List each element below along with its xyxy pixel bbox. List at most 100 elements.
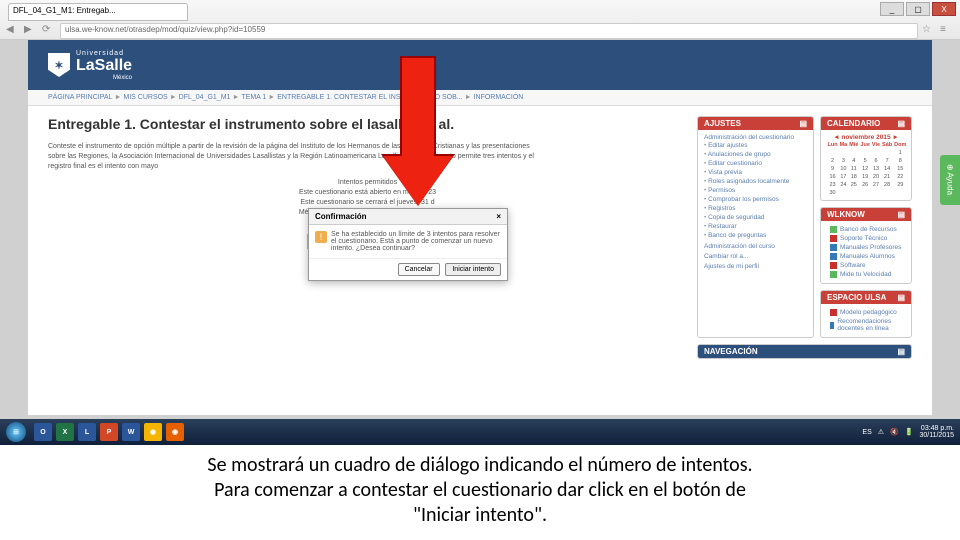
- calendar-day[interactable]: [871, 149, 880, 156]
- calendar-day[interactable]: 11: [849, 165, 859, 172]
- breadcrumb-item[interactable]: DFL_04_G1_M1: [179, 94, 231, 101]
- sidebar-item[interactable]: Copia de seguridad: [704, 213, 807, 222]
- close-icon[interactable]: ×: [496, 212, 501, 221]
- sidebar-item[interactable]: Permisos: [704, 186, 807, 195]
- dialog-text: Se ha establecido un límite de 3 intento…: [331, 231, 501, 252]
- list-item[interactable]: Recomendaciones docentes en línea: [827, 317, 905, 333]
- section-label[interactable]: Ajustes de mi perfil: [704, 263, 807, 270]
- breadcrumb-item[interactable]: TEMA 1: [241, 94, 266, 101]
- calendar-day[interactable]: 9: [827, 165, 838, 172]
- calendar-day[interactable]: 23: [827, 181, 838, 188]
- language-indicator[interactable]: ES: [862, 429, 871, 436]
- calendar-day[interactable]: 18: [849, 173, 859, 180]
- taskbar-app-icon[interactable]: ◉: [166, 423, 184, 441]
- calendar-day[interactable]: [849, 149, 859, 156]
- sidebar-item[interactable]: Banco de preguntas: [704, 231, 807, 240]
- address-bar[interactable]: ulsa.we-know.net/otrasdep/mod/quiz/view.…: [60, 23, 918, 39]
- network-icon[interactable]: ⚠: [878, 428, 884, 436]
- calendar-day[interactable]: 29: [894, 181, 907, 188]
- sidebar-item[interactable]: Editar cuestionario: [704, 159, 807, 168]
- list-item[interactable]: Banco de Recursos: [827, 225, 905, 234]
- calendar-day[interactable]: 1: [894, 149, 907, 156]
- calendar-day[interactable]: 14: [882, 165, 893, 172]
- list-item[interactable]: Manuales Alumnos: [827, 252, 905, 261]
- calendar-day[interactable]: [827, 149, 838, 156]
- calendar-day[interactable]: 6: [871, 157, 880, 164]
- calendar-day[interactable]: 25: [849, 181, 859, 188]
- reload-icon[interactable]: ⟳: [42, 24, 56, 38]
- taskbar-app-icon[interactable]: W: [122, 423, 140, 441]
- sidebar-item[interactable]: Roles asignados localmente: [704, 177, 807, 186]
- breadcrumb-item[interactable]: MIS CURSOS: [123, 94, 167, 101]
- calendar-day[interactable]: [882, 149, 893, 156]
- sidebar-item[interactable]: Restaurar: [704, 222, 807, 231]
- collapse-icon[interactable]: ▤: [799, 119, 807, 128]
- calendar-day[interactable]: [839, 149, 848, 156]
- volume-icon[interactable]: 🔇: [890, 428, 899, 436]
- calendar-day[interactable]: 13: [871, 165, 880, 172]
- start-button[interactable]: ⊞: [6, 422, 26, 442]
- sidebar-item[interactable]: Vista previa: [704, 168, 807, 177]
- close-button[interactable]: X: [932, 2, 956, 16]
- battery-icon[interactable]: 🔋: [905, 428, 914, 436]
- sidebar-item[interactable]: Registros: [704, 204, 807, 213]
- maximize-button[interactable]: ▢: [906, 2, 930, 16]
- list-item[interactable]: Manuales Profesores: [827, 243, 905, 252]
- menu-icon[interactable]: ≡: [940, 24, 954, 38]
- section-label[interactable]: Cambiar rol a...: [704, 253, 807, 260]
- taskbar-app-icon[interactable]: P: [100, 423, 118, 441]
- start-attempt-button[interactable]: Iniciar intento: [445, 263, 501, 276]
- logo[interactable]: ✶ Universidad LaSalle México: [48, 50, 132, 81]
- taskbar-app-icon[interactable]: O: [34, 423, 52, 441]
- calendar-day[interactable]: 8: [894, 157, 907, 164]
- calendar-day[interactable]: 7: [882, 157, 893, 164]
- calendar-day[interactable]: 26: [860, 181, 870, 188]
- section-label[interactable]: Administración del cuestionario: [704, 134, 807, 141]
- list-item[interactable]: Mide tu Velocidad: [827, 270, 905, 279]
- calendar-day[interactable]: 15: [894, 165, 907, 172]
- calendar-day[interactable]: 30: [827, 189, 838, 196]
- minimize-button[interactable]: _: [880, 2, 904, 16]
- calendar-month[interactable]: ◄ noviembre 2015 ►: [827, 134, 905, 141]
- calendar-day[interactable]: 12: [860, 165, 870, 172]
- back-icon[interactable]: ◀: [6, 24, 20, 38]
- calendar-day[interactable]: 3: [839, 157, 848, 164]
- list-item[interactable]: Soporte Técnico: [827, 234, 905, 243]
- breadcrumb-item[interactable]: PÁGINA PRINCIPAL: [48, 94, 112, 101]
- help-tab[interactable]: ⊕ Ayuda: [940, 155, 960, 205]
- calendar-day[interactable]: 4: [849, 157, 859, 164]
- collapse-icon[interactable]: ▤: [897, 293, 905, 302]
- calendar-day[interactable]: 24: [839, 181, 848, 188]
- calendar-day[interactable]: 10: [839, 165, 848, 172]
- calendar-day[interactable]: 21: [882, 173, 893, 180]
- breadcrumb-item[interactable]: INFORMACIÓN: [474, 94, 524, 101]
- calendar-day[interactable]: [860, 149, 870, 156]
- calendar-day[interactable]: 17: [839, 173, 848, 180]
- collapse-icon[interactable]: ▤: [897, 347, 905, 356]
- sidebar-item[interactable]: Editar ajustes: [704, 141, 807, 150]
- browser-tab[interactable]: DFL_04_G1_M1: Entregab...: [8, 3, 188, 21]
- calendar-day[interactable]: 28: [882, 181, 893, 188]
- calendar-day[interactable]: 20: [871, 173, 880, 180]
- clock-time[interactable]: 03:48 p.m.: [919, 425, 954, 432]
- collapse-icon[interactable]: ▤: [897, 119, 905, 128]
- calendar-day[interactable]: 5: [860, 157, 870, 164]
- taskbar-app-icon[interactable]: ◉: [144, 423, 162, 441]
- collapse-icon[interactable]: ▤: [897, 210, 905, 219]
- sidebar-item[interactable]: Anulaciones de grupo: [704, 150, 807, 159]
- calendar-day[interactable]: 27: [871, 181, 880, 188]
- list-item[interactable]: Software: [827, 261, 905, 270]
- clock-date[interactable]: 30/11/2015: [919, 432, 954, 439]
- star-icon[interactable]: ☆: [922, 24, 936, 38]
- cancel-button[interactable]: Cancelar: [398, 263, 440, 276]
- forward-icon[interactable]: ▶: [24, 24, 38, 38]
- calendar-day[interactable]: 16: [827, 173, 838, 180]
- sidebar-item[interactable]: Comprobar los permisos: [704, 195, 807, 204]
- list-item[interactable]: Modelo pedagógico: [827, 308, 905, 317]
- section-label[interactable]: Administración del curso: [704, 243, 807, 250]
- calendar-day[interactable]: 19: [860, 173, 870, 180]
- calendar-day[interactable]: 2: [827, 157, 838, 164]
- taskbar-app-icon[interactable]: L: [78, 423, 96, 441]
- calendar-day[interactable]: 22: [894, 173, 907, 180]
- taskbar-app-icon[interactable]: X: [56, 423, 74, 441]
